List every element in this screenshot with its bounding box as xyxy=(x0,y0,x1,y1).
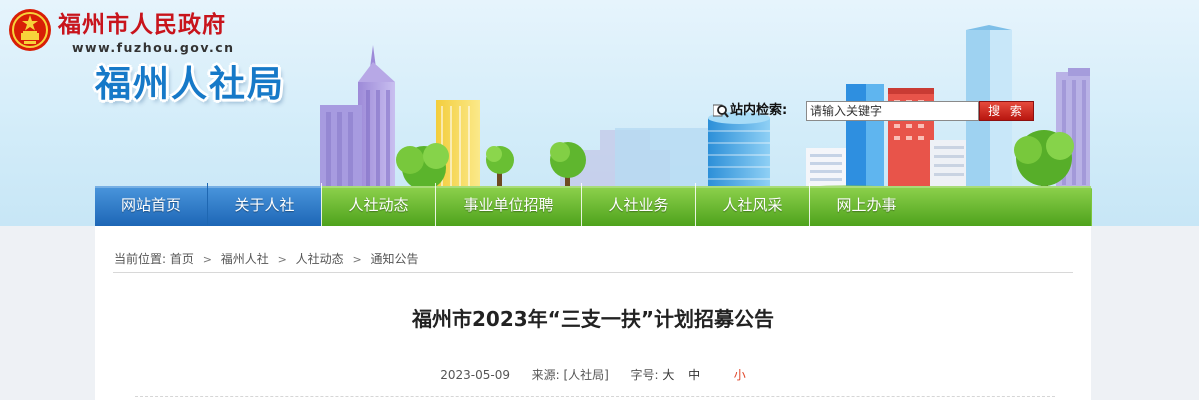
article-title: 福州市2023年“三支一扶”计划招募公告 xyxy=(412,307,774,331)
page: 福州市人民政府 www.fuzhou.gov.cn 福州人社局 站内检索: 搜 … xyxy=(0,0,1199,400)
nav-item-news[interactable]: 人社动态 xyxy=(322,183,435,226)
gov-site-name[interactable]: 福州市人民政府 xyxy=(58,10,226,40)
breadcrumb: 当前位置: 首页 > 福州人社 > 人社动态 > 通知公告 xyxy=(114,251,419,268)
font-size-small-button[interactable]: 小 xyxy=(734,367,746,383)
article-date: 2023-05-09 xyxy=(440,368,510,382)
national-emblem-icon xyxy=(9,9,51,51)
breadcrumb-separator: > xyxy=(352,253,362,266)
header-banner: 福州市人民政府 www.fuzhou.gov.cn 福州人社局 站内检索: 搜 … xyxy=(0,0,1199,226)
font-size-medium-button[interactable]: 中 xyxy=(688,367,700,383)
breadcrumb-divider xyxy=(113,272,1073,273)
breadcrumb-prefix: 当前位置: xyxy=(114,252,167,266)
article-panel: 当前位置: 首页 > 福州人社 > 人社动态 > 通知公告 福州市2023年“三… xyxy=(95,226,1091,400)
article-meta: 2023-05-09 来源: [人社局] 字号: 大 中 小 xyxy=(95,367,1091,383)
nav-item-home[interactable]: 网站首页 xyxy=(95,183,207,226)
nav-item-business[interactable]: 人社业务 xyxy=(582,183,695,226)
nav-item-about[interactable]: 关于人社 xyxy=(208,183,321,226)
breadcrumb-home[interactable]: 首页 xyxy=(170,251,194,267)
search-input[interactable] xyxy=(806,101,979,121)
bureau-title: 福州人社局 xyxy=(95,64,286,105)
breadcrumb-separator: > xyxy=(202,253,212,266)
nav-item-online-service[interactable]: 网上办事 xyxy=(810,183,923,226)
breadcrumb-separator: > xyxy=(277,253,287,266)
main-nav: 网站首页 关于人社 人社动态 事业单位招聘 人社业务 人社风采 网上办事 xyxy=(95,183,1090,226)
font-size-large-button[interactable]: 大 xyxy=(662,367,674,383)
font-size-label: 字号: xyxy=(630,368,659,382)
breadcrumb-news[interactable]: 人社动态 xyxy=(296,251,344,267)
search-label: 站内检索: xyxy=(730,103,788,118)
breadcrumb-notices[interactable]: 通知公告 xyxy=(371,251,419,267)
nav-item-style[interactable]: 人社风采 xyxy=(696,183,809,226)
source-label: 来源: xyxy=(531,368,560,382)
nav-item-recruitment[interactable]: 事业单位招聘 xyxy=(436,183,581,226)
meta-divider xyxy=(135,396,1055,397)
magnifier-icon xyxy=(713,104,729,118)
article-source: [人社局] xyxy=(563,368,609,382)
breadcrumb-fuzhou-hr[interactable]: 福州人社 xyxy=(221,251,269,267)
gov-site-url[interactable]: www.fuzhou.gov.cn xyxy=(72,40,235,56)
search-button[interactable]: 搜 索 xyxy=(979,101,1034,121)
site-search: 站内检索: 搜 索 xyxy=(708,100,1038,122)
